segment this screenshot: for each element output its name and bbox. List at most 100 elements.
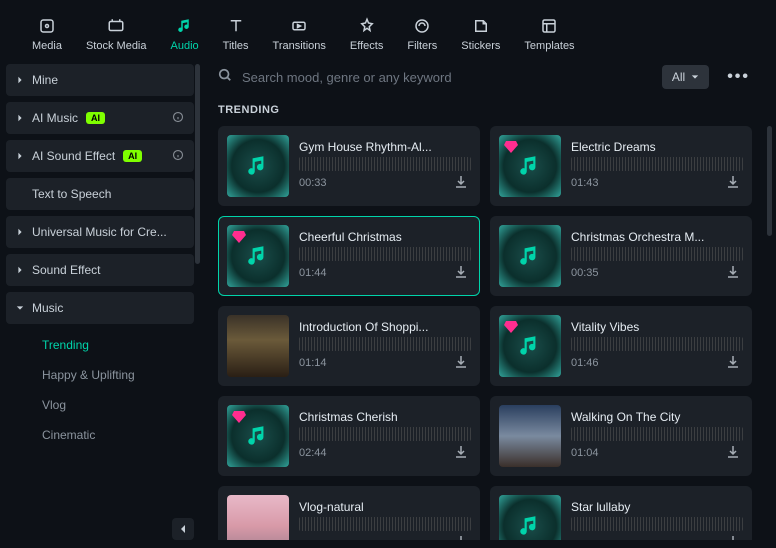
ai-badge: AI	[123, 150, 142, 162]
tab-templates[interactable]: Templates	[512, 12, 586, 56]
waveform	[571, 337, 743, 351]
download-button[interactable]	[725, 534, 743, 540]
track-thumbnail	[499, 405, 561, 467]
titles-icon	[226, 16, 246, 36]
download-button[interactable]	[453, 444, 471, 462]
sidebar-item-ai-music[interactable]: AI MusicAI	[6, 102, 194, 134]
tab-audio[interactable]: Audio	[159, 12, 211, 56]
tab-transitions[interactable]: Transitions	[261, 12, 338, 56]
sidebar-item-mine[interactable]: Mine	[6, 64, 194, 96]
track-thumbnail	[499, 225, 561, 287]
track-card[interactable]: Vitality Vibes01:46	[490, 306, 752, 386]
waveform	[571, 157, 743, 171]
effects-icon	[357, 16, 377, 36]
tab-stickers[interactable]: Stickers	[449, 12, 512, 56]
waveform	[299, 517, 471, 531]
track-card[interactable]: Vlog-natural	[218, 486, 480, 540]
download-button[interactable]	[725, 444, 743, 462]
sidebar-item-tts[interactable]: Text to Speech	[6, 178, 194, 210]
track-card[interactable]: Gym House Rhythm-Al...00:33	[218, 126, 480, 206]
chevron-right-icon	[16, 152, 24, 160]
tab-label: Effects	[350, 40, 383, 52]
track-card[interactable]: Christmas Orchestra M...00:35	[490, 216, 752, 296]
media-icon	[37, 16, 57, 36]
tab-label: Audio	[171, 40, 199, 52]
chevron-down-icon	[691, 73, 699, 81]
track-card[interactable]: Cheerful Christmas01:44	[218, 216, 480, 296]
sub-item-trending[interactable]: Trending	[6, 330, 194, 360]
tab-stock-media[interactable]: Stock Media	[74, 12, 159, 56]
top-tabs: Media Stock Media Audio Titles Transitio…	[0, 0, 776, 56]
scrollbar[interactable]	[767, 126, 772, 236]
sub-item-happy[interactable]: Happy & Uplifting	[6, 360, 194, 390]
track-title: Cheerful Christmas	[299, 230, 471, 244]
chevron-right-icon	[16, 114, 24, 122]
track-title: Vitality Vibes	[571, 320, 743, 334]
waveform	[571, 517, 743, 531]
download-button[interactable]	[453, 354, 471, 372]
tab-label: Stock Media	[86, 40, 147, 52]
sub-item-cinematic[interactable]: Cinematic	[6, 420, 194, 450]
sidebar-item-music[interactable]: Music	[6, 292, 194, 324]
tab-label: Transitions	[273, 40, 326, 52]
chevron-right-icon	[16, 228, 24, 236]
tab-titles[interactable]: Titles	[211, 12, 261, 56]
chevron-right-icon	[16, 266, 24, 274]
transitions-icon	[289, 16, 309, 36]
tab-label: Titles	[223, 40, 249, 52]
collapse-sidebar-button[interactable]	[172, 518, 194, 540]
track-thumbnail	[227, 135, 289, 197]
chevron-right-icon	[16, 76, 24, 84]
download-button[interactable]	[453, 174, 471, 192]
track-grid: Gym House Rhythm-Al...00:33Electric Drea…	[218, 126, 758, 540]
sidebar-label: Mine	[32, 73, 58, 87]
track-thumbnail	[227, 315, 289, 377]
track-card[interactable]: Star lullaby	[490, 486, 752, 540]
track-thumbnail	[227, 495, 289, 540]
download-button[interactable]	[725, 174, 743, 192]
info-icon[interactable]	[172, 149, 184, 164]
info-icon[interactable]	[172, 111, 184, 126]
scrollbar[interactable]	[195, 64, 200, 264]
search-field[interactable]	[218, 68, 652, 87]
sidebar-item-universal-music[interactable]: Universal Music for Cre...	[6, 216, 194, 248]
filter-label: All	[672, 70, 685, 84]
sidebar: Mine AI MusicAI AI Sound EffectAI Text t…	[0, 56, 200, 548]
waveform	[299, 247, 471, 261]
filter-dropdown[interactable]: All	[662, 65, 709, 89]
track-title: Walking On The City	[571, 410, 743, 424]
download-button[interactable]	[725, 354, 743, 372]
tab-media[interactable]: Media	[20, 12, 74, 56]
download-button[interactable]	[453, 264, 471, 282]
track-title: Star lullaby	[571, 500, 743, 514]
track-thumbnail	[227, 405, 289, 467]
track-title: Vlog-natural	[299, 500, 471, 514]
track-card[interactable]: Electric Dreams01:43	[490, 126, 752, 206]
sub-item-vlog[interactable]: Vlog	[6, 390, 194, 420]
sidebar-item-sound-effect[interactable]: Sound Effect	[6, 254, 194, 286]
track-card[interactable]: Christmas Cherish02:44	[218, 396, 480, 476]
diamond-icon	[231, 409, 247, 425]
more-button[interactable]: •••	[719, 64, 758, 90]
track-title: Gym House Rhythm-Al...	[299, 140, 471, 154]
sidebar-label: Music	[32, 301, 63, 315]
audio-icon	[175, 16, 195, 36]
ai-badge: AI	[86, 112, 105, 124]
download-button[interactable]	[453, 534, 471, 540]
search-icon	[218, 68, 232, 87]
tab-filters[interactable]: Filters	[395, 12, 449, 56]
download-button[interactable]	[725, 264, 743, 282]
track-card[interactable]: Introduction Of Shoppi...01:14	[218, 306, 480, 386]
search-input[interactable]	[242, 70, 652, 85]
tab-effects[interactable]: Effects	[338, 12, 395, 56]
track-title: Introduction Of Shoppi...	[299, 320, 471, 334]
sidebar-item-ai-sound-effect[interactable]: AI Sound EffectAI	[6, 140, 194, 172]
track-card[interactable]: Walking On The City 01:04	[490, 396, 752, 476]
track-thumbnail	[499, 135, 561, 197]
tab-label: Templates	[524, 40, 574, 52]
tab-label: Media	[32, 40, 62, 52]
track-thumbnail	[499, 495, 561, 540]
track-duration: 01:04	[571, 447, 599, 459]
chevron-down-icon	[16, 304, 24, 312]
track-duration: 00:35	[571, 267, 599, 279]
